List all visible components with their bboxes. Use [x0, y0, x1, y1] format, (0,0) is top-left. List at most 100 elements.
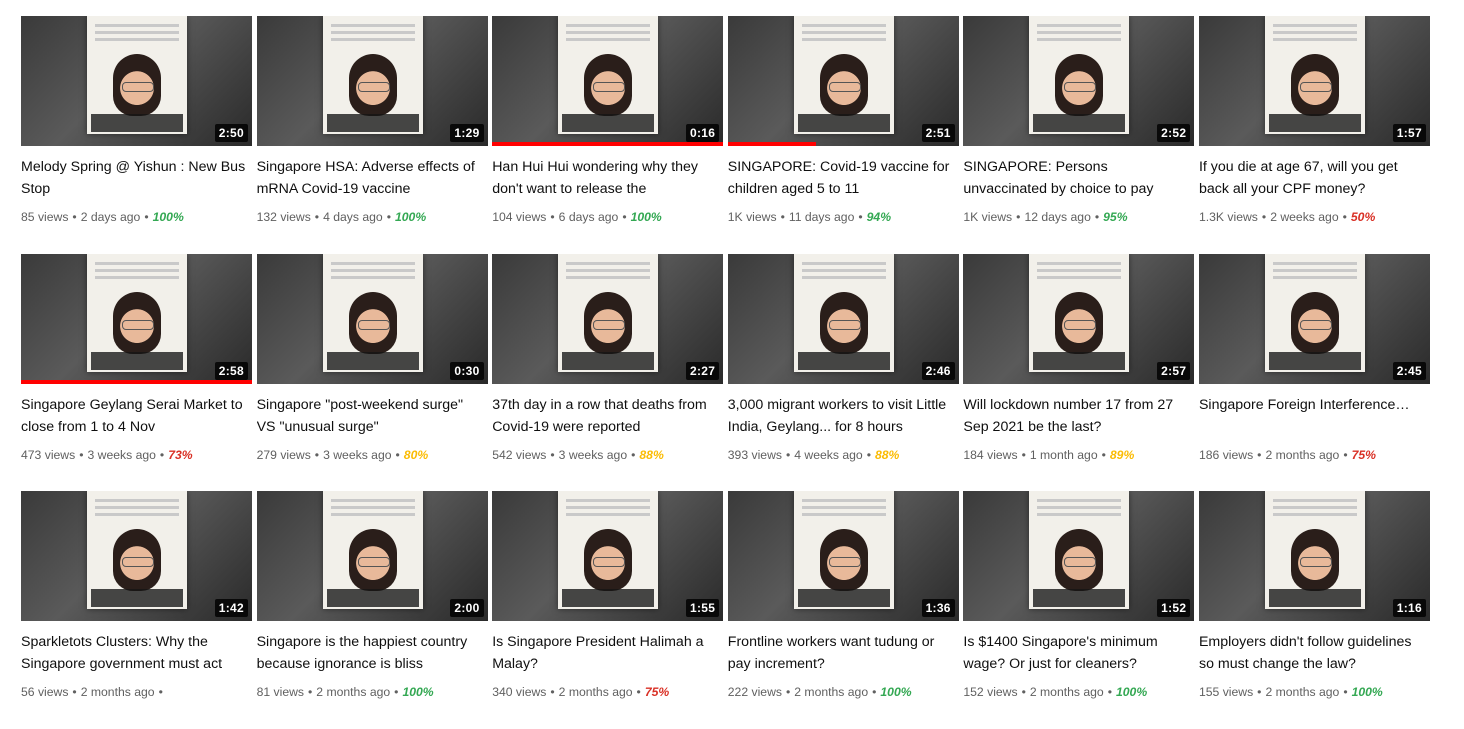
video-title[interactable]: If you die at age 67, will you get back …	[1199, 156, 1424, 200]
upload-age: 2 months ago	[80, 685, 155, 699]
video-thumbnail[interactable]: 2:00	[256, 491, 488, 621]
video-card[interactable]: 1:55 Is Singapore President Halimah a Mal…	[492, 491, 724, 729]
presenter-face-icon	[1055, 54, 1104, 116]
video-meta: 473 views • 3 weeks ago • 73%	[21, 446, 252, 464]
video-thumbnail[interactable]: 2:51	[727, 16, 959, 146]
duration-badge: 2:52	[1157, 124, 1191, 142]
separator-dot: •	[1107, 685, 1112, 699]
duration-badge: 0:30	[450, 361, 484, 380]
duration-badge: 2:51	[921, 124, 955, 142]
duration-badge: 2:58	[214, 361, 248, 380]
video-title[interactable]: Will lockdown number 17 from 27 Sep 2021…	[963, 394, 1188, 438]
video-title[interactable]: Han Hui Hui wondering why they don't wan…	[492, 156, 717, 200]
video-title[interactable]: Singapore is the happiest country becaus…	[257, 631, 482, 675]
video-title[interactable]: Singapore Foreign Interference…	[1199, 394, 1424, 438]
presenter-face-icon	[348, 54, 397, 116]
separator-dot: •	[785, 447, 791, 462]
video-card[interactable]: 2:45 Singapore Foreign Interference… 186 v…	[1198, 253, 1430, 492]
view-count: 155 views	[1198, 685, 1254, 699]
view-count: 104 views	[492, 210, 547, 224]
video-thumbnail[interactable]: 0:16	[492, 16, 724, 146]
view-count: 184 views	[963, 447, 1018, 462]
like-ratio: 88%	[639, 447, 664, 462]
presenter-face-icon	[1055, 529, 1104, 591]
video-card[interactable]: 1:42 Sparkletots Clusters: Why the Singap…	[21, 491, 252, 729]
video-thumbnail[interactable]: 1:29	[256, 16, 488, 146]
video-meta: 1K views • 11 days ago • 94%	[728, 208, 959, 226]
video-card[interactable]: 2:57 Will lockdown number 17 from 27 Sep …	[963, 253, 1195, 492]
video-title[interactable]: Singapore HSA: Adverse effects of mRNA C…	[257, 156, 482, 200]
video-title[interactable]: SINGAPORE: Covid-19 vaccine for children…	[728, 156, 953, 200]
video-card[interactable]: 2:46 3,000 migrant workers to visit Littl…	[727, 253, 959, 492]
video-thumbnail[interactable]: 2:58	[21, 253, 252, 384]
video-title[interactable]: Frontline workers want tudung or pay inc…	[728, 631, 953, 675]
video-thumbnail[interactable]: 1:16	[1198, 491, 1430, 621]
video-card[interactable]: 1:57 If you die at age 67, will you get b…	[1198, 16, 1430, 254]
video-card[interactable]: 2:50 Melody Spring @ Yishun : New Bus Sto…	[21, 16, 252, 254]
video-title[interactable]: Is $1400 Singapore's minimum wage? Or ju…	[963, 631, 1188, 675]
video-thumbnail[interactable]: 2:52	[963, 16, 1195, 146]
separator-dot: •	[308, 685, 313, 699]
video-thumbnail[interactable]: 0:30	[256, 253, 488, 384]
video-thumbnail[interactable]: 1:52	[963, 491, 1195, 621]
video-thumbnail[interactable]: 1:42	[21, 491, 252, 621]
like-ratio: 100%	[1351, 685, 1383, 699]
video-title[interactable]: Sparkletots Clusters: Why the Singapore …	[21, 631, 246, 675]
video-card[interactable]: 2:58 Singapore Geylang Serai Market to cl…	[21, 253, 252, 492]
presenter-face-icon	[584, 54, 633, 116]
duration-badge: 1:16	[1392, 599, 1426, 617]
presenter-face-icon	[819, 291, 868, 354]
video-title[interactable]: Singapore "post-weekend surge" VS "unusu…	[257, 394, 482, 438]
separator-dot: •	[79, 447, 84, 462]
video-card[interactable]: 1:29 Singapore HSA: Adverse effects of mR…	[256, 16, 488, 254]
video-title[interactable]: 37th day in a row that deaths from Covid…	[492, 394, 717, 438]
video-title[interactable]: Singapore Geylang Serai Market to close …	[21, 394, 246, 438]
video-card[interactable]: 2:51 SINGAPORE: Covid-19 vaccine for chil…	[727, 16, 959, 254]
video-meta: 186 views • 2 months ago • 75%	[1199, 446, 1430, 464]
video-thumbnail[interactable]: 2:46	[727, 253, 959, 384]
like-ratio: 88%	[874, 447, 900, 462]
view-count: 1K views	[963, 210, 1013, 224]
video-meta: 56 views • 2 months ago •	[21, 683, 252, 701]
video-title[interactable]: Melody Spring @ Yishun : New Bus Stop	[21, 156, 246, 200]
view-count: 222 views	[727, 685, 782, 699]
video-title[interactable]: Is Singapore President Halimah a Malay?	[492, 631, 717, 675]
video-thumbnail[interactable]: 2:45	[1198, 253, 1430, 384]
video-card[interactable]: 0:16 Han Hui Hui wondering why they don't…	[492, 16, 724, 254]
presenter-face-icon	[819, 54, 868, 116]
video-card[interactable]: 2:52 SINGAPORE: Persons unvaccinated by c…	[963, 16, 1195, 254]
presenter-face-icon	[348, 529, 397, 591]
like-ratio: 100%	[880, 685, 912, 699]
separator-dot: •	[395, 447, 400, 462]
video-thumbnail[interactable]: 2:50	[21, 16, 252, 146]
video-thumbnail[interactable]: 2:57	[963, 253, 1195, 384]
separator-dot: •	[858, 210, 863, 224]
view-count: 340 views	[492, 685, 547, 699]
separator-dot: •	[1016, 210, 1021, 224]
video-title[interactable]: 3,000 migrant workers to visit Little In…	[728, 394, 953, 438]
video-thumbnail[interactable]: 1:55	[492, 491, 724, 621]
presenter-face-icon	[348, 291, 397, 354]
video-card[interactable]: 2:00 Singapore is the happiest country be…	[256, 491, 488, 729]
video-card[interactable]: 1:36 Frontline workers want tudung or pay…	[727, 491, 959, 729]
video-thumbnail[interactable]: 1:36	[727, 491, 959, 621]
view-count: 1.3K views	[1198, 210, 1258, 224]
separator-dot: •	[314, 210, 320, 224]
video-thumbnail[interactable]: 1:57	[1198, 16, 1430, 146]
presenter-face-icon	[1290, 529, 1339, 591]
view-count: 1K views	[727, 210, 777, 224]
video-meta: 1K views • 12 days ago • 95%	[963, 208, 1194, 226]
video-meta: 81 views • 2 months ago • 100%	[257, 683, 488, 701]
video-card[interactable]: 0:30 Singapore "post-weekend surge" VS "u…	[256, 253, 488, 492]
upload-age: 2 months ago	[794, 685, 869, 699]
video-title[interactable]: Employers didn't follow guidelines so mu…	[1199, 631, 1424, 675]
video-card[interactable]: 1:16 Employers didn't follow guidelines s…	[1198, 491, 1430, 729]
video-thumbnail[interactable]: 2:27	[492, 253, 724, 384]
view-count: 85 views	[21, 210, 69, 224]
video-card[interactable]: 2:27 37th day in a row that deaths from C…	[492, 253, 724, 492]
presenter-face-icon	[113, 529, 161, 591]
video-card[interactable]: 1:52 Is $1400 Singapore's minimum wage? O…	[963, 491, 1195, 729]
presenter-face-icon	[584, 291, 633, 354]
video-title[interactable]: SINGAPORE: Persons unvaccinated by choic…	[963, 156, 1188, 200]
duration-badge: 1:42	[214, 599, 248, 617]
